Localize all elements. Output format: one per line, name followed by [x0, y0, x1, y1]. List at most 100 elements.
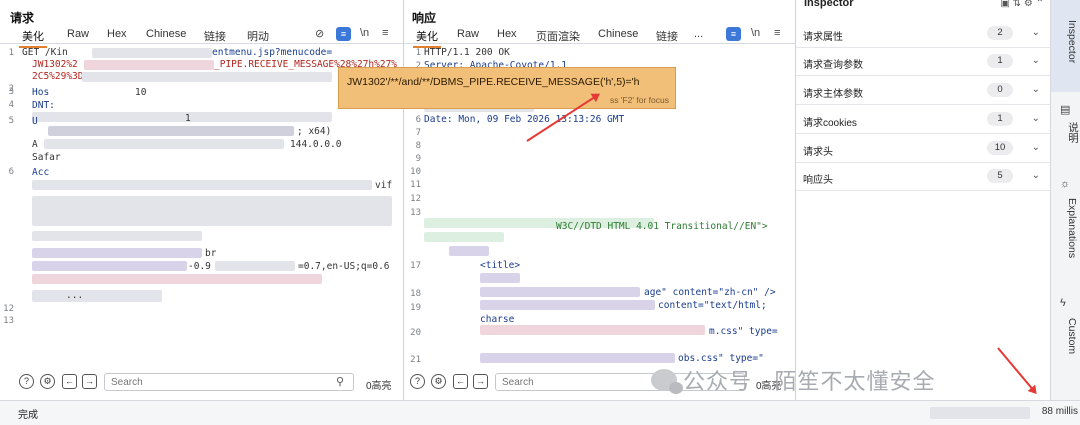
response-tab-beautify[interactable]: 美化: [413, 28, 441, 48]
chevron-down-icon[interactable]: ⌄: [1032, 170, 1040, 181]
line-number: 19: [410, 303, 421, 313]
extension-icon: ϟ: [1060, 297, 1066, 309]
response-pane: 响应 美化 Raw Hex 页面渲染 Chinese 链接 ... ≡ \n ≡…: [404, 0, 796, 400]
line-number: 11: [410, 180, 421, 190]
code-line: content="text/html;: [658, 300, 767, 311]
request-title: 请求: [10, 11, 35, 25]
code-line: <title>: [480, 260, 521, 271]
inspector-row-count: 5: [987, 169, 1013, 183]
inspector-row-count: 1: [987, 54, 1013, 68]
line-number: 7: [415, 128, 421, 138]
response-title: 响应: [412, 11, 437, 25]
wrap-toggle-icon[interactable]: ≡: [726, 27, 741, 41]
layout-icon[interactable]: ▣: [1000, 0, 1009, 9]
request-search-input[interactable]: [104, 373, 354, 391]
rail-tab-inspector[interactable]: Inspector: [1066, 20, 1078, 63]
response-tab-hex[interactable]: Hex: [497, 28, 517, 40]
inspector-row[interactable]: 请求头 10 ⌄: [796, 135, 1050, 163]
status-text: 完成: [18, 410, 38, 421]
redacted-block: [82, 72, 332, 82]
chevron-down-icon[interactable]: ⌄: [1032, 84, 1040, 95]
inspector-row-label: 请求属性: [803, 32, 843, 43]
redacted-block: [480, 273, 520, 283]
sort-icon[interactable]: ⇅: [1013, 0, 1021, 9]
code-line: entmenu.jsp?menucode=: [212, 47, 333, 58]
request-tab-links[interactable]: 链接: [204, 28, 226, 44]
inspector-row[interactable]: 请求属性 2 ⌄: [796, 20, 1050, 48]
code-line: Acc: [32, 167, 50, 178]
code-line: Safar: [32, 152, 61, 163]
status-bar: 完成 88 millis: [0, 400, 1080, 425]
line-number: 9: [415, 154, 421, 164]
request-pane: 请求 美化 Raw Hex Chinese 链接 明动 ⊘ ≡ \n ≡ 1 G…: [0, 0, 404, 400]
settings-gear-icon[interactable]: ⚙: [1024, 0, 1033, 9]
request-tab-raw[interactable]: Raw: [67, 28, 89, 40]
chevron-up-icon[interactable]: ⌃: [1036, 0, 1044, 9]
response-tab-chinese[interactable]: Chinese: [598, 28, 638, 40]
tooltip-payload-text: JW1302'/**/and/**/DBMS_PIPE.RECEIVE_MESS…: [347, 76, 640, 88]
newline-toggle[interactable]: \n: [360, 27, 369, 39]
prev-arrow-icon[interactable]: ←: [62, 374, 77, 389]
redacted-block: [32, 274, 322, 284]
lightbulb-icon: ☼: [1060, 178, 1071, 190]
watermark-text: 公众号 · 陌笙不太懂安全: [683, 369, 936, 394]
chevron-down-icon[interactable]: ⌄: [1032, 142, 1040, 153]
code-line: -0.9: [188, 261, 211, 272]
rail-tab-notes[interactable]: 说明: [1066, 122, 1080, 143]
line-number: 12: [410, 194, 421, 204]
help-icon[interactable]: ?: [19, 374, 34, 389]
inspector-row[interactable]: 请求查询参数 1 ⌄: [796, 48, 1050, 76]
next-arrow-icon[interactable]: →: [473, 374, 488, 389]
settings-gear-icon[interactable]: ⚙: [40, 374, 55, 389]
line-number: 6: [8, 167, 14, 177]
rail-tab-explanations[interactable]: Explanations: [1066, 198, 1078, 258]
response-tab-raw[interactable]: Raw: [457, 28, 479, 40]
inspector-row[interactable]: 响应头 5 ⌄: [796, 163, 1050, 191]
inspector-row-count: 0: [987, 83, 1013, 97]
response-tabs: 美化 Raw Hex 页面渲染 Chinese 链接 ... ≡ \n ≡: [404, 26, 795, 48]
code-line: =0.7,en-US;q=0.6: [298, 261, 390, 272]
wrap-toggle-icon[interactable]: ≡: [336, 27, 351, 41]
inspector-row-label: 请求查询参数: [803, 60, 863, 71]
inspector-row[interactable]: 请求主体参数 0 ⌄: [796, 77, 1050, 105]
hide-icon[interactable]: ⊘: [315, 27, 324, 40]
response-tab-render[interactable]: 页面渲染: [536, 28, 580, 44]
redacted-block: [32, 231, 202, 241]
line-number: 13: [3, 316, 14, 326]
code-line: 1: [185, 113, 191, 124]
prev-arrow-icon[interactable]: ←: [453, 374, 468, 389]
request-search-bar: ? ⚙ ← → ⚲ 0高亮: [0, 372, 403, 394]
line-number: 8: [415, 141, 421, 151]
chevron-down-icon[interactable]: ⌄: [1032, 113, 1040, 124]
inspector-row[interactable]: 请求cookies 1 ⌄: [796, 106, 1050, 134]
inspector-row-count: 2: [987, 26, 1013, 40]
chevron-down-icon[interactable]: ⌄: [1032, 55, 1040, 66]
response-menu-icon[interactable]: ≡: [774, 27, 780, 39]
tooltip-hint: ss 'F2' for focus: [610, 95, 669, 105]
response-tab-links[interactable]: 链接: [656, 28, 678, 44]
newline-toggle[interactable]: \n: [751, 27, 760, 39]
search-icon[interactable]: ⚲: [336, 375, 344, 388]
request-tab-beautify[interactable]: 美化: [19, 28, 47, 48]
code-line: U: [32, 116, 38, 127]
request-tab-extra[interactable]: 明动: [247, 28, 269, 44]
code-line: charse: [480, 314, 515, 325]
code-line: Hos: [32, 87, 50, 98]
response-tab-more[interactable]: ...: [694, 28, 703, 40]
wechat-logo-icon: [651, 369, 683, 394]
help-icon[interactable]: ?: [410, 374, 425, 389]
chevron-down-icon[interactable]: ⌄: [1032, 27, 1040, 38]
request-menu-icon[interactable]: ≡: [382, 27, 388, 39]
redacted-block: [32, 290, 162, 302]
request-tab-chinese[interactable]: Chinese: [146, 28, 186, 40]
request-tab-hex[interactable]: Hex: [107, 28, 127, 40]
code-line: ; x64): [297, 126, 332, 137]
line-number: 20: [410, 328, 421, 338]
line-number: 18: [410, 289, 421, 299]
redacted-block: [480, 300, 655, 310]
settings-gear-icon[interactable]: ⚙: [431, 374, 446, 389]
rail-tab-custom[interactable]: Custom: [1066, 318, 1078, 354]
next-arrow-icon[interactable]: →: [82, 374, 97, 389]
redacted-block: [480, 287, 640, 297]
line-number: 6: [415, 115, 421, 125]
